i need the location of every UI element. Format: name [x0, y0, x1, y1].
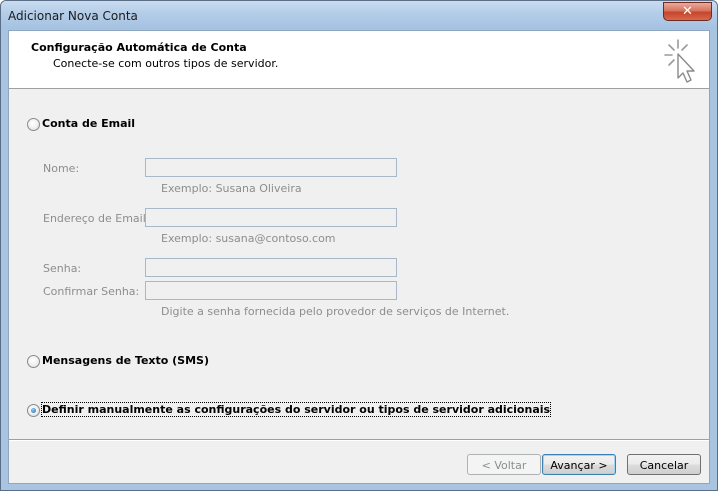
header-subtitle: Conecte-se com outros tipos de servidor.	[53, 57, 279, 70]
sms-radio[interactable]	[27, 355, 40, 368]
close-button[interactable]: ✕	[663, 2, 712, 21]
confirm-password-field[interactable]	[145, 281, 397, 300]
cancel-button[interactable]: Cancelar	[627, 454, 701, 475]
manual-config-radio[interactable]	[27, 404, 40, 417]
confirm-password-label: Confirmar Senha:	[43, 285, 140, 298]
password-hint: Digite a senha fornecida pelo provedor d…	[161, 305, 510, 318]
manual-config-label[interactable]: Definir manualmente as configurações do …	[40, 402, 552, 417]
header-panel: Configuração Automática de Conta Conecte…	[9, 31, 709, 89]
header-title: Configuração Automática de Conta	[31, 41, 247, 54]
email-field[interactable]	[145, 208, 397, 227]
cursor-click-icon	[664, 39, 695, 83]
email-label: Endereço de Email:	[43, 212, 150, 225]
name-hint: Exemplo: Susana Oliveira	[161, 182, 302, 195]
password-field[interactable]	[145, 258, 397, 277]
sms-label[interactable]: Mensagens de Texto (SMS)	[42, 354, 209, 367]
dialog-window: Adicionar Nova Conta ✕ Configuração Auto…	[0, 0, 718, 491]
footer-divider	[9, 439, 709, 441]
name-label: Nome:	[43, 162, 80, 175]
email-account-radio[interactable]	[27, 118, 40, 131]
next-button[interactable]: Avançar >	[542, 454, 616, 475]
window-title: Adicionar Nova Conta	[8, 9, 138, 23]
title-bar[interactable]: Adicionar Nova Conta ✕	[1, 1, 717, 29]
email-hint: Exemplo: susana@contoso.com	[161, 232, 336, 245]
dialog-body: Configuração Automática de Conta Conecte…	[8, 30, 710, 484]
back-button[interactable]: < Voltar	[467, 454, 541, 475]
close-icon: ✕	[682, 4, 693, 19]
password-label: Senha:	[43, 262, 82, 275]
name-field[interactable]	[145, 158, 397, 177]
email-account-label[interactable]: Conta de Email	[42, 117, 135, 130]
